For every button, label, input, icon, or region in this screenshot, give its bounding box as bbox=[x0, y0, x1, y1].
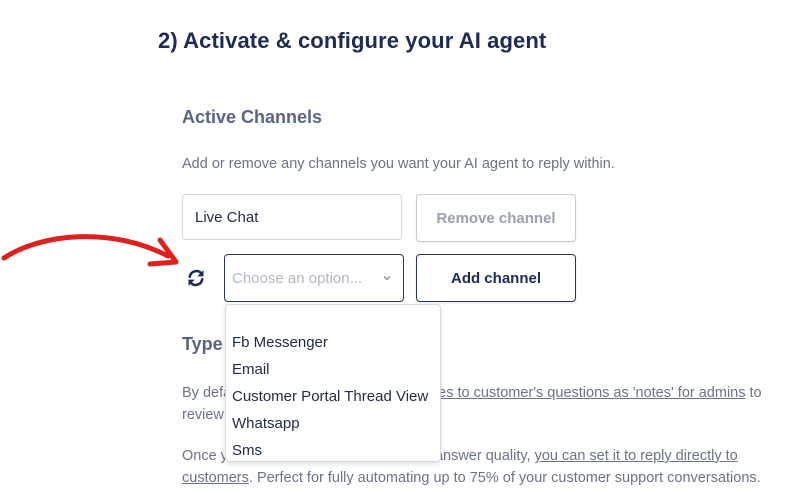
option-email[interactable]: Email bbox=[226, 356, 440, 383]
channel-select[interactable]: Choose an option... bbox=[224, 254, 404, 302]
customers-link[interactable]: customers bbox=[182, 470, 249, 486]
active-channels-description: Add or remove any channels you want your… bbox=[182, 156, 615, 172]
active-channel-label: Live Chat bbox=[195, 208, 259, 226]
active-channels-title: Active Channels bbox=[182, 107, 323, 127]
option-customer-portal-thread-view[interactable]: Customer Portal Thread View bbox=[226, 383, 440, 410]
reply-directly-link[interactable]: you can set it to reply directly to bbox=[535, 448, 738, 464]
red-arrow-annotation bbox=[1, 234, 179, 267]
chevron-down-icon bbox=[383, 276, 391, 281]
add-channel-button[interactable]: Add channel bbox=[416, 254, 576, 302]
active-channel-live-chat: Live Chat bbox=[182, 194, 402, 240]
channel-select-placeholder: Choose an option... bbox=[232, 269, 363, 287]
channel-options-dropdown: Fb Messenger Email Customer Portal Threa… bbox=[225, 304, 441, 462]
option-sms[interactable]: Sms bbox=[226, 437, 440, 464]
type-section-title: Type bbox=[182, 334, 223, 354]
remove-channel-button[interactable]: Remove channel bbox=[416, 194, 576, 242]
option-whatsapp[interactable]: Whatsapp bbox=[226, 410, 440, 437]
page-heading: 2) Activate & configure your AI agent bbox=[158, 28, 547, 53]
notes-link[interactable]: es to customer's questions as 'notes' fo… bbox=[438, 385, 745, 401]
option-fb-messenger[interactable]: Fb Messenger bbox=[226, 329, 440, 356]
